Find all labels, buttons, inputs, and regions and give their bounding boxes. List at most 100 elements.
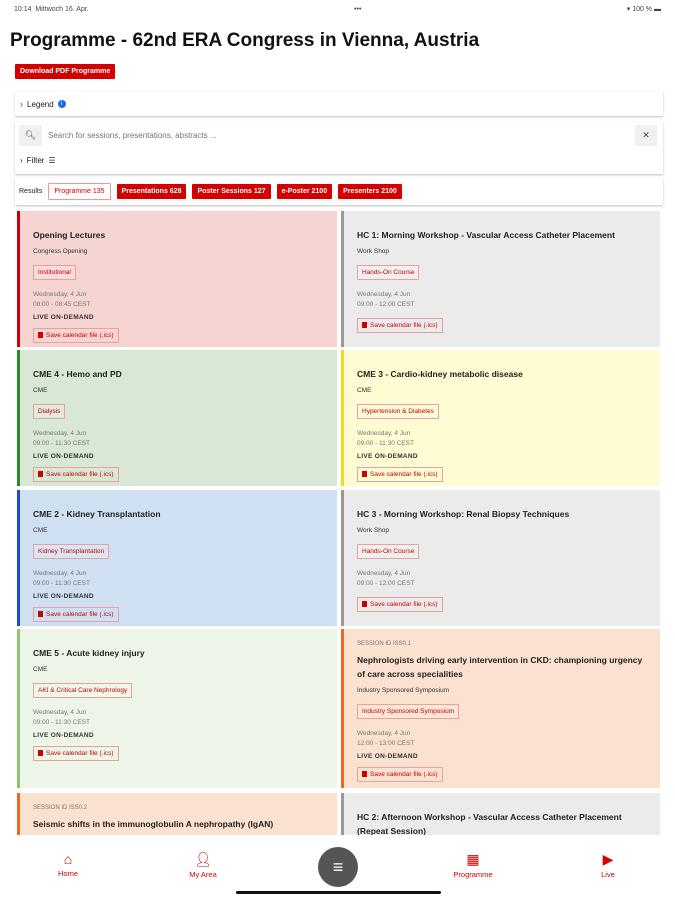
search-input[interactable] xyxy=(42,125,635,146)
status-bar: 10:14 Mittwoch 16. Apr. ••• ▾ 100 % ▬ xyxy=(0,0,675,18)
nav-label: Programme xyxy=(453,870,493,879)
live-on-demand-badge: LIVE ON-DEMAND xyxy=(33,314,94,321)
topic-tag[interactable]: Kidney Transplantation xyxy=(33,544,110,559)
calendar-icon xyxy=(362,601,367,607)
live-on-demand-badge: LIVE ON-DEMAND xyxy=(357,753,418,760)
clear-search-icon[interactable]: ✕ xyxy=(635,130,657,141)
save-calendar-button[interactable]: Save calendar file (.ics) xyxy=(33,328,119,343)
session-type: Congress Opening xyxy=(33,248,88,255)
results-label: Results xyxy=(19,188,43,195)
nav-programme[interactable]: ▦ Programme xyxy=(443,851,503,879)
filter-sliders-icon: ☰ xyxy=(48,156,56,165)
session-date: Wednesday, 4 Jun xyxy=(357,430,411,437)
calendar-icon xyxy=(362,322,367,328)
session-time: 12:00 - 13:00 CEST xyxy=(357,740,415,747)
legend-toggle[interactable]: › Legend i xyxy=(15,92,663,116)
save-calendar-label: Save calendar file (.ics) xyxy=(370,601,438,608)
nav-label: My Area xyxy=(189,870,217,879)
topic-tag[interactable]: Institutional xyxy=(33,265,76,280)
session-title: HC 2: Afternoon Workshop - Vascular Acce… xyxy=(357,812,622,835)
session-date: Wednesday, 4 Jun xyxy=(33,430,87,437)
topic-tag[interactable]: Industry Sponsored Symposium xyxy=(357,704,460,719)
nav-live[interactable]: ▶ Live xyxy=(578,851,638,879)
live-on-demand-badge: LIVE ON-DEMAND xyxy=(33,593,94,600)
session-time: 09:00 - 12:00 CEST xyxy=(357,301,415,308)
session-card[interactable]: HC 2: Afternoon Workshop - Vascular Acce… xyxy=(341,793,660,835)
save-calendar-label: Save calendar file (.ics) xyxy=(46,471,114,478)
save-calendar-label: Save calendar file (.ics) xyxy=(370,471,438,478)
calendar-icon xyxy=(38,750,43,756)
session-type: Industry Sponsored Symposium xyxy=(357,687,450,694)
filter-toggle[interactable]: › Filter ☰ xyxy=(20,156,56,165)
topic-tag[interactable]: Dialysis xyxy=(33,404,66,419)
session-title: Seismic shifts in the immunoglobulin A n… xyxy=(33,819,274,829)
live-on-demand-badge: LIVE ON-DEMAND xyxy=(33,453,94,460)
session-card[interactable]: HC 1: Morning Workshop - Vascular Access… xyxy=(341,211,660,347)
session-date: Wednesday, 4 Jun xyxy=(357,730,411,737)
save-calendar-label: Save calendar file (.ics) xyxy=(370,322,438,329)
session-card[interactable]: CME 3 - Cardio-kidney metabolic disease C… xyxy=(341,350,660,486)
filter-label: Filter xyxy=(26,156,45,165)
session-date: Wednesday, 4 Jun xyxy=(33,291,87,298)
session-card[interactable]: CME 5 - Acute kidney injury CME AKI & Crit… xyxy=(17,629,337,788)
save-calendar-button[interactable]: Save calendar file (.ics) xyxy=(357,467,443,482)
session-time: 09:00 - 11:30 CEST xyxy=(357,440,414,447)
session-time: 08:00 - 08:45 CEST xyxy=(33,301,91,308)
save-calendar-button[interactable]: Save calendar file (.ics) xyxy=(33,467,119,482)
legend-label: Legend xyxy=(27,99,54,109)
hamburger-icon: ≡ xyxy=(332,856,344,877)
results-chip-poster-sessions[interactable]: Poster Sessions 127 xyxy=(192,184,271,199)
save-calendar-button[interactable]: Save calendar file (.ics) xyxy=(357,767,443,782)
save-calendar-button[interactable]: Save calendar file (.ics) xyxy=(33,607,119,622)
save-calendar-button[interactable]: Save calendar file (.ics) xyxy=(33,746,119,761)
session-grid: Opening Lectures Congress Opening Institut… xyxy=(17,211,660,835)
session-type: Work Shop xyxy=(357,248,390,255)
results-chip-presentations[interactable]: Presentations 628 xyxy=(116,184,187,199)
session-time: 09:00 - 11:30 CEST xyxy=(33,440,90,447)
session-card[interactable]: SESSION ID ISS0.2 Seismic shifts in the i… xyxy=(17,793,337,835)
topic-tag[interactable]: Hands-On Course xyxy=(357,544,420,559)
calendar-icon: ▦ xyxy=(466,851,480,867)
save-calendar-button[interactable]: Save calendar file (.ics) xyxy=(357,597,443,612)
session-card[interactable]: HC 3 - Morning Workshop: Renal Biopsy Te… xyxy=(341,490,660,626)
results-chip-presenters[interactable]: Presenters 2100 xyxy=(338,184,402,199)
topic-tag[interactable]: AKI & Critical Care Nephrology xyxy=(33,683,133,698)
live-icon: ▶ xyxy=(602,851,614,867)
home-indicator xyxy=(236,891,441,894)
save-calendar-label: Save calendar file (.ics) xyxy=(46,611,114,618)
session-date: Wednesday, 4 Jun xyxy=(33,709,87,716)
results-bar: Results Programme 135 Presentations 628 … xyxy=(15,178,663,205)
save-calendar-button[interactable]: Save calendar file (.ics) xyxy=(357,318,443,333)
session-title: CME 5 - Acute kidney injury xyxy=(33,648,145,658)
session-title: Opening Lectures xyxy=(33,230,106,240)
status-time: 10:14 Mittwoch 16. Apr. xyxy=(14,5,89,13)
session-id: SESSION ID ISS0.2 xyxy=(33,805,88,811)
session-card[interactable]: CME 4 - Hemo and PD CME Dialysis Wednesday,… xyxy=(17,350,337,486)
nav-my-area[interactable]: 👤︎ My Area xyxy=(173,851,233,879)
chevron-right-icon: › xyxy=(20,156,23,165)
session-date: Wednesday, 4 Jun xyxy=(357,291,411,298)
session-card[interactable]: SESSION ID ISS0.1 Nephrologists driving e… xyxy=(341,629,660,788)
calendar-icon xyxy=(38,611,43,617)
results-chip-programme[interactable]: Programme 135 xyxy=(48,183,111,200)
results-chip-eposter[interactable]: e-Poster 2100 xyxy=(276,184,333,199)
session-type: CME xyxy=(33,666,48,673)
info-icon: i xyxy=(57,100,66,108)
topic-tag[interactable]: Hands-On Course xyxy=(357,265,420,280)
nav-label: Home xyxy=(57,869,78,878)
session-title: CME 4 - Hemo and PD xyxy=(33,369,122,379)
nav-home[interactable]: ⌂ Home xyxy=(38,851,98,878)
topic-tag[interactable]: Hypertension & Diabetes xyxy=(357,404,439,419)
calendar-icon xyxy=(38,471,43,477)
session-card[interactable]: CME 2 - Kidney Transplantation CME Kidney … xyxy=(17,490,337,626)
session-time: 09:00 - 12:00 CEST xyxy=(357,580,415,587)
calendar-icon xyxy=(362,771,367,777)
session-type: CME xyxy=(33,387,48,394)
session-card[interactable]: Opening Lectures Congress Opening Institut… xyxy=(17,211,337,347)
battery: ▾ 100 % ▬ xyxy=(626,6,661,13)
session-time: 09:00 - 11:30 CEST xyxy=(33,719,90,726)
download-pdf-button[interactable]: Download PDF Programme xyxy=(15,64,116,79)
session-title: CME 3 - Cardio-kidney metabolic disease xyxy=(357,369,523,379)
menu-button[interactable]: ≡ xyxy=(318,847,358,887)
session-type: CME xyxy=(33,527,48,534)
